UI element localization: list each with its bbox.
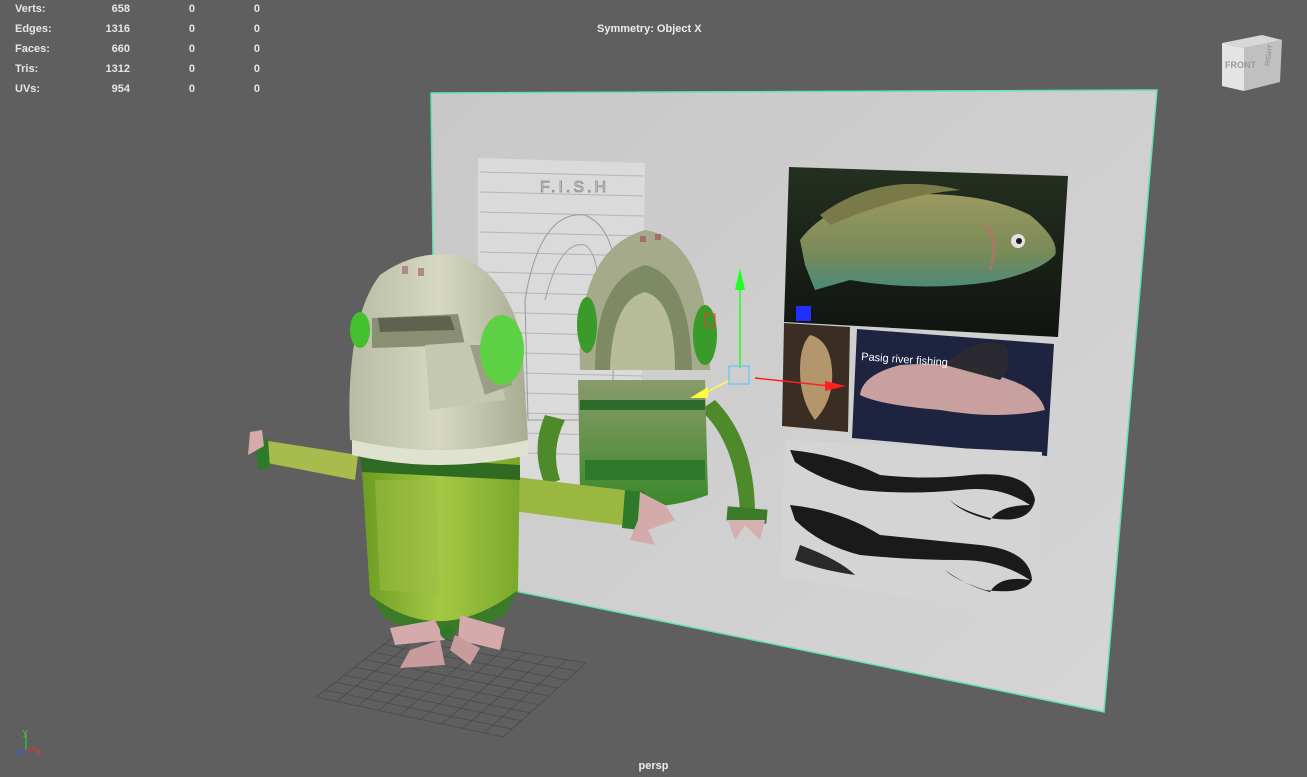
reference-image-plane[interactable]: F.I.S.H Pasig river fishing (430, 89, 1158, 713)
reference-photo-catfish (782, 323, 850, 432)
camera-name-label: persp (638, 760, 669, 772)
axis-indicator: y x z (15, 727, 41, 758)
reference-photo-pasig: Pasig river fishing (852, 329, 1054, 456)
3d-viewport[interactable]: Verts: 658 0 0 Edges: 1316 0 0 Faces: 66… (0, 0, 1307, 777)
reference-photo-tilapia (784, 167, 1068, 337)
sketch-title: F.I.S.H (540, 179, 609, 196)
view-cube-front-label: FRONT (1225, 60, 1256, 70)
axis-z-label: z (15, 748, 20, 758)
view-cube[interactable]: FRONT RIGHT (1222, 35, 1282, 91)
axis-x-label: x (36, 747, 41, 757)
axis-y-label: y (23, 727, 28, 737)
scene-canvas[interactable]: F.I.S.H Pasig river fishing FRONT RIGHT … (0, 0, 1307, 777)
manip-plane-handle (796, 306, 811, 321)
